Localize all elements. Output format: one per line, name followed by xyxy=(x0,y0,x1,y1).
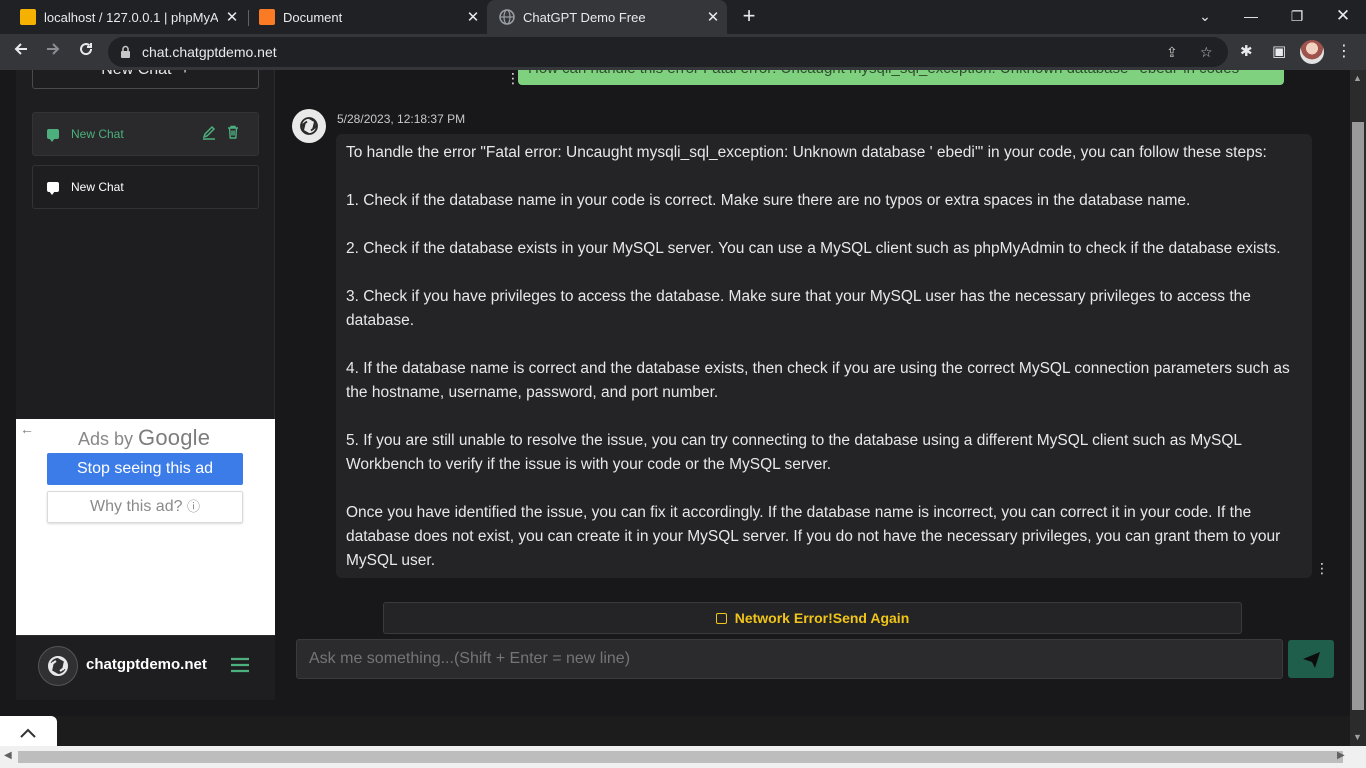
edit-icon[interactable] xyxy=(201,124,219,142)
stop-seeing-ad-button[interactable]: Stop seeing this ad xyxy=(47,453,243,485)
assistant-message: To handle the error "Fatal error: Uncaug… xyxy=(336,134,1312,578)
ads-by-text: Ads by xyxy=(78,429,134,449)
bookmark-star-icon[interactable]: ☆ xyxy=(1200,44,1213,61)
message-paragraph: 3. Check if you have privileges to acces… xyxy=(346,288,1251,329)
chat-list-item[interactable]: New Chat xyxy=(32,165,259,209)
lock-icon[interactable] xyxy=(120,45,131,64)
horizontal-scroll-thumb[interactable] xyxy=(18,751,1343,763)
message-paragraph: To handle the error "Fatal error: Uncaug… xyxy=(346,144,1267,161)
checkbox-icon xyxy=(715,613,727,624)
new-tab-button[interactable]: + xyxy=(736,4,762,30)
message-paragraph: 2. Check if the database exists in your … xyxy=(346,240,1281,257)
ads-by-google: Ads by Google xyxy=(78,425,210,451)
brand-name: chatgptdemo.net xyxy=(86,656,207,673)
tab-phpmyadmin[interactable]: localhost / 127.0.0.1 | phpMyAdmin ✕ xyxy=(0,0,246,34)
address-bar[interactable]: chat.chatgptdemo.net ⇪ ☆ xyxy=(108,37,1228,67)
chat-bubble-icon xyxy=(47,182,59,195)
google-logo-text: Google xyxy=(138,425,211,450)
chevron-up-icon xyxy=(20,728,36,738)
message-paragraph: Once you have identified the issue, you … xyxy=(346,504,1281,569)
xampp-icon xyxy=(259,9,275,25)
plus-icon: + xyxy=(176,70,189,78)
scroll-down-icon[interactable]: ▼ xyxy=(1353,732,1362,742)
new-chat-label: New Chat xyxy=(101,70,171,78)
network-error-label: Network Error!Send Again xyxy=(734,610,910,626)
tab-title: ChatGPT Demo Free xyxy=(523,9,646,25)
message-options-icon[interactable]: ⋮ xyxy=(1315,560,1329,577)
chat-item-label: New Chat xyxy=(71,127,124,141)
back-arrow-icon[interactable]: ← xyxy=(20,421,34,437)
side-panel-icon[interactable]: ▣ xyxy=(1272,42,1286,60)
send-icon xyxy=(1303,652,1320,668)
user-message: How can handle this error Fatal error: U… xyxy=(518,70,1284,85)
new-chat-button[interactable]: New Chat + xyxy=(32,70,259,89)
browser-menu-icon[interactable]: ⋮ xyxy=(1336,41,1352,61)
browser-toolbar: chat.chatgptdemo.net ⇪ ☆ ✱ ▣ ⋮ xyxy=(0,34,1366,70)
close-window-icon[interactable]: ✕ xyxy=(1320,0,1366,34)
reload-icon[interactable] xyxy=(73,39,99,65)
scroll-left-icon[interactable]: ◀ xyxy=(4,750,12,761)
info-icon: ⓘ xyxy=(186,499,200,514)
message-paragraph: 1. Check if the database name in your co… xyxy=(346,192,1191,209)
message-timestamp: 5/28/2023, 12:18:37 PM xyxy=(337,112,466,126)
restore-icon[interactable]: ❐ xyxy=(1274,0,1320,34)
browser-tab-bar: localhost / 127.0.0.1 | phpMyAdmin ✕ Doc… xyxy=(0,0,1366,34)
phpmyadmin-icon xyxy=(20,9,36,25)
chat-bubble-icon xyxy=(47,129,59,142)
vertical-scroll-thumb[interactable] xyxy=(1352,122,1364,710)
tab-chatgpt-demo[interactable]: ChatGPT Demo Free ✕ xyxy=(487,0,727,34)
send-button[interactable] xyxy=(1288,640,1334,678)
close-tab-icon[interactable]: ✕ xyxy=(459,8,487,26)
hamburger-menu-icon[interactable] xyxy=(230,657,250,673)
why-this-ad-button[interactable]: Why this ad? ⓘ xyxy=(47,491,243,523)
scroll-up-icon[interactable]: ▲ xyxy=(1353,73,1362,83)
minimize-icon[interactable]: — xyxy=(1228,0,1274,34)
message-paragraph: 5. If you are still unable to resolve th… xyxy=(346,432,1242,473)
why-this-ad-label: Why this ad? xyxy=(90,498,183,515)
tab-document[interactable]: Document ✕ xyxy=(239,0,487,34)
openai-logo-icon xyxy=(38,646,78,686)
tab-title: Document xyxy=(283,9,343,25)
scroll-right-icon[interactable]: ▶ xyxy=(1337,750,1345,761)
sidebar: New Chat + New Chat New Chat ← Ads by Go… xyxy=(16,70,275,700)
close-tab-icon[interactable]: ✕ xyxy=(699,8,727,26)
chatgpt-avatar-icon xyxy=(292,109,326,143)
chat-item-label: New Chat xyxy=(71,180,124,194)
forward-icon[interactable] xyxy=(40,39,66,65)
google-ad-panel: ← Ads by Google Stop seeing this ad Why … xyxy=(16,419,275,635)
chat-list-item[interactable]: New Chat xyxy=(32,112,259,156)
chat-page: New Chat + New Chat New Chat ← Ads by Go… xyxy=(0,70,1350,716)
brand-footer: chatgptdemo.net xyxy=(16,635,275,700)
message-paragraph: 4. If the database name is correct and t… xyxy=(346,360,1290,401)
share-icon[interactable]: ⇪ xyxy=(1166,44,1178,61)
delete-icon[interactable] xyxy=(225,124,243,142)
tab-search-icon[interactable]: ⌄ xyxy=(1182,0,1228,34)
horizontal-scrollbar[interactable]: ◀ ▶ xyxy=(0,746,1366,768)
globe-icon xyxy=(499,9,515,25)
vertical-scrollbar[interactable]: ▲ ▼ xyxy=(1350,70,1366,746)
chat-input[interactable] xyxy=(296,639,1283,679)
bottom-bar xyxy=(0,716,1350,746)
extensions-icon[interactable]: ✱ xyxy=(1240,42,1253,60)
back-icon[interactable] xyxy=(8,39,34,65)
profile-avatar[interactable] xyxy=(1300,40,1324,64)
url-text: chat.chatgptdemo.net xyxy=(142,44,277,60)
tab-title: localhost / 127.0.0.1 | phpMyAdmin xyxy=(44,9,218,25)
collapse-panel-button[interactable] xyxy=(0,716,57,746)
network-error-resend-button[interactable]: Network Error!Send Again xyxy=(383,602,1242,634)
